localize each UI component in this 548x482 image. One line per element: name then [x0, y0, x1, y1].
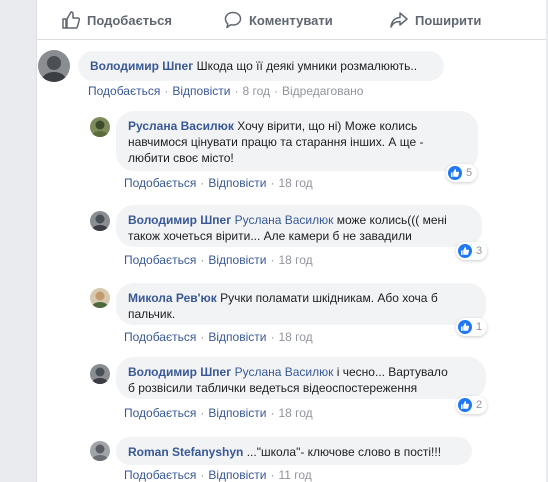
comment-time[interactable]: 18 год — [278, 176, 312, 190]
comment-time[interactable]: 11 год — [278, 468, 311, 482]
thumbs-up-icon — [458, 320, 472, 334]
comment-text: також хочеться вірити... Але камери б не… — [128, 229, 412, 243]
comment-meta: Подобається · Відповісти · 18 год — [124, 176, 313, 190]
like-comment-link[interactable]: Подобається — [124, 330, 196, 344]
comment-text: може колись((( мені — [336, 213, 447, 227]
comment-time[interactable]: 18 год — [278, 253, 312, 267]
avatar[interactable] — [90, 117, 110, 137]
like-comment-link[interactable]: Подобається — [124, 176, 196, 190]
thumbs-up-icon — [448, 166, 462, 180]
reaction-count-value: 2 — [476, 399, 483, 411]
like-action-button[interactable]: Подобається — [62, 11, 172, 29]
comment-text: навчимося цінувати працю та старання інш… — [128, 135, 424, 149]
comment-text: Ручки поламати шкідникам. Або хоча б — [220, 291, 438, 305]
comment-author[interactable]: Roman Stefanyshyn — [128, 445, 243, 459]
reaction-count-value: 5 — [466, 167, 473, 179]
comment-author[interactable]: Микола Рев'юк — [128, 291, 217, 305]
comment-bubble: Володимир Шпег Руслана Василюк і чесно..… — [116, 357, 486, 399]
avatar[interactable] — [90, 364, 110, 384]
comment-meta: Подобається · Відповісти · 11 год — [124, 468, 312, 482]
post-action-bar: Подобається Коментувати Поширити — [36, 0, 546, 40]
comment-bubble: Roman Stefanyshyn ..."школа"- ключове сл… — [116, 437, 472, 465]
comment-meta: Подобається · Відповісти · 18 год — [124, 253, 313, 267]
like-comment-link[interactable]: Подобається — [124, 468, 196, 482]
comment-text: любити своє місто! — [128, 151, 234, 165]
reply-comment-link[interactable]: Відповісти — [208, 176, 266, 190]
share-action-button[interactable]: Поширити — [390, 11, 481, 29]
comment-author[interactable]: Руслана Василюк — [128, 119, 234, 133]
comment-time[interactable]: 18 год — [278, 406, 312, 420]
comment-meta: Подобається · Відповісти · 18 год — [124, 330, 313, 344]
comment-mention[interactable]: Руслана Василюк — [235, 365, 334, 379]
comment-action-label: Коментувати — [249, 12, 333, 28]
avatar[interactable] — [38, 50, 70, 82]
reaction-count[interactable]: 2 — [456, 396, 488, 414]
reaction-count[interactable]: 3 — [456, 242, 488, 260]
comment-text: Хочу вірити, що ні) Може колись — [237, 119, 418, 133]
comment-author[interactable]: Володимир Шпег — [128, 213, 231, 227]
comment-action-button[interactable]: Коментувати — [224, 11, 333, 29]
avatar[interactable] — [90, 211, 110, 231]
comment-bubble: Володимир Шпег Шкода що її деякі умники … — [78, 51, 444, 81]
thumbs-up-icon — [458, 398, 472, 412]
comment-text: ..."школа"- ключове слово в пості!!! — [246, 445, 442, 459]
comment-bubble: Микола Рев'юк Ручки поламати шкідникам. … — [116, 283, 486, 325]
comment-time[interactable]: 18 год — [278, 330, 312, 344]
comment-bubble: Володимир Шпег Руслана Василюк може коли… — [116, 205, 482, 247]
like-comment-link[interactable]: Подобається — [88, 84, 160, 98]
avatar[interactable] — [90, 288, 110, 308]
share-action-label: Поширити — [415, 12, 482, 28]
avatar[interactable] — [90, 441, 110, 461]
comment-icon — [224, 11, 242, 29]
like-action-label: Подобається — [87, 12, 172, 28]
reply-comment-link[interactable]: Відповісти — [172, 84, 230, 98]
reply-comment-link[interactable]: Відповісти — [208, 468, 266, 482]
reply-comment-link[interactable]: Відповісти — [208, 330, 266, 344]
comment-meta: Подобається · Відповісти · 18 год — [124, 406, 313, 420]
edited-label[interactable]: Відредаговано — [282, 84, 363, 98]
reaction-count-value: 3 — [476, 245, 483, 257]
reaction-count[interactable]: 1 — [456, 318, 488, 336]
comment-text: пальчик. — [128, 307, 176, 321]
reaction-count-value: 1 — [476, 321, 483, 333]
share-icon — [390, 11, 408, 29]
reply-comment-link[interactable]: Відповісти — [208, 406, 266, 420]
thumbs-up-icon — [62, 11, 80, 29]
comment-mention[interactable]: Руслана Василюк — [235, 213, 334, 227]
reaction-count[interactable]: 5 — [446, 164, 478, 182]
comment-text: б розвісили таблички ведеться відеоспост… — [128, 381, 418, 395]
comment-author[interactable]: Володимир Шпег — [90, 59, 193, 73]
comment-time[interactable]: 8 год — [242, 84, 270, 98]
comment-meta: Подобається · Відповісти · 8 год · Відредагова… — [88, 84, 364, 98]
comment-text: і чесно... Вартувало — [336, 365, 448, 379]
comment-bubble: Руслана Василюк Хочу вірити, що ні) Може… — [116, 111, 478, 171]
like-comment-link[interactable]: Подобається — [124, 406, 196, 420]
comment-author[interactable]: Володимир Шпег — [128, 365, 231, 379]
like-comment-link[interactable]: Подобається — [124, 253, 196, 267]
thumbs-up-icon — [458, 244, 472, 258]
reply-comment-link[interactable]: Відповісти — [208, 253, 266, 267]
comment-text: Шкода що її деякі умники розмалюють.. — [196, 59, 418, 73]
